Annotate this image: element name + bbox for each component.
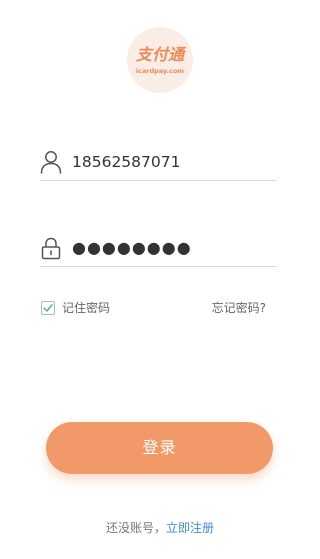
app-logo: 支付通 icardpay.com: [127, 27, 193, 93]
password-field[interactable]: ●●●●●●●●: [40, 232, 277, 267]
register-prompt: 还没账号，立即注册: [0, 519, 320, 537]
checkmark-icon: [43, 304, 53, 312]
forgot-password-link[interactable]: 忘记密码?: [212, 299, 266, 317]
user-icon: [40, 150, 62, 174]
register-link[interactable]: 立即注册: [166, 521, 214, 535]
logo-domain: icardpay.com: [135, 67, 185, 75]
remember-password-toggle[interactable]: 记住密码: [41, 299, 110, 317]
username-input[interactable]: 18562587071: [72, 151, 180, 173]
remember-label: 记住密码: [62, 301, 111, 315]
password-input[interactable]: ●●●●●●●●: [72, 237, 192, 259]
logo-name: 支付通: [135, 45, 184, 64]
register-prompt-text: 还没账号，: [105, 521, 166, 535]
remember-checkbox[interactable]: [41, 301, 55, 315]
lock-icon: [40, 236, 62, 260]
username-field[interactable]: 18562587071: [40, 146, 277, 181]
login-button[interactable]: 登录: [46, 422, 273, 474]
